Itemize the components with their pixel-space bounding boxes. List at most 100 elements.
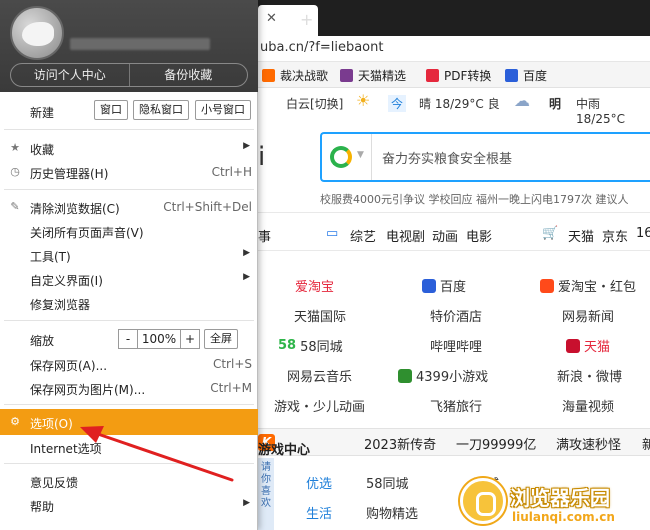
site-link[interactable]: 购物精选 bbox=[366, 503, 418, 522]
menu-item-customize[interactable]: 自定义界面(I) ▶ bbox=[0, 268, 258, 290]
site-link[interactable]: 飞猪旅行 bbox=[430, 396, 482, 415]
category-item[interactable]: 天猫 bbox=[568, 226, 594, 245]
gear-icon: ⚙ bbox=[10, 415, 20, 428]
user-info bbox=[70, 38, 210, 50]
new-alt-window-button[interactable]: 小号窗口 bbox=[195, 100, 251, 120]
chevron-right-icon: ▶ bbox=[243, 248, 250, 258]
category-item[interactable]: 事 bbox=[258, 226, 271, 245]
main-menu: 访问个人中心 备份收藏 新建 窗口 隐私窗口 小号窗口 ★ 收藏 ▶ ◷ 历史管… bbox=[0, 0, 258, 530]
site-link[interactable]: 优选 bbox=[306, 473, 332, 492]
menu-item-feedback[interactable]: 意见反馈 bbox=[0, 470, 258, 492]
menu-item-favorites[interactable]: ★ 收藏 ▶ bbox=[0, 137, 258, 159]
clock-icon: ◷ bbox=[10, 165, 20, 178]
category-row: 事 ▭ 综艺 电视剧 动画 电影 🛒 天猫 京东 16 bbox=[258, 222, 650, 246]
watermark-url: liulanqi.com.cn bbox=[512, 510, 615, 524]
search-engine-icon[interactable] bbox=[330, 146, 352, 168]
fullscreen-button[interactable]: 全屏 bbox=[204, 329, 238, 349]
site-link[interactable]: 生活 bbox=[306, 503, 332, 522]
star-icon: ★ bbox=[10, 141, 20, 154]
site-link[interactable]: 天猫 bbox=[566, 336, 610, 355]
hot-searches[interactable]: 校服费4000元引争议 学校回应 福州一晚上闪电1797次 建议人 bbox=[320, 191, 628, 207]
watermark-logo bbox=[460, 478, 506, 524]
category-item[interactable]: 16 bbox=[636, 226, 650, 241]
site-link[interactable]: 游戏・少儿动画 bbox=[274, 396, 365, 415]
category-item[interactable]: 电影 bbox=[466, 226, 492, 245]
broom-icon: ✎ bbox=[10, 200, 20, 213]
site-link[interactable]: 百度 bbox=[422, 276, 466, 295]
site-link[interactable]: 网易云音乐 bbox=[287, 366, 352, 385]
menu-divider bbox=[4, 129, 254, 130]
menu-divider bbox=[4, 463, 254, 464]
menu-divider bbox=[4, 320, 254, 321]
game-link[interactable]: 新 bbox=[642, 434, 650, 453]
watermark-title: 浏览器乐园 bbox=[510, 486, 610, 510]
backup-favorites-button[interactable]: 备份收藏 bbox=[130, 64, 248, 86]
category-item[interactable]: 动画 bbox=[432, 226, 458, 245]
menu-item-tools[interactable]: 工具(T) ▶ bbox=[0, 244, 258, 266]
personal-center-button[interactable]: 访问个人中心 bbox=[11, 64, 130, 86]
rain-icon: ☁ bbox=[514, 91, 530, 110]
chevron-right-icon: ▶ bbox=[243, 498, 250, 508]
site-link[interactable]: 特价酒店 bbox=[430, 306, 482, 325]
bookmark-item[interactable]: PDF转换 bbox=[426, 67, 491, 84]
category-item[interactable]: 京东 bbox=[602, 226, 628, 245]
zoom-out-button[interactable]: - bbox=[118, 329, 138, 349]
site-link[interactable]: 新浪・微博 bbox=[557, 366, 622, 385]
chevron-down-icon[interactable]: ▼ bbox=[357, 150, 364, 160]
site-link[interactable]: 网易新闻 bbox=[562, 306, 614, 325]
sun-icon: ☀ bbox=[356, 91, 371, 110]
site-link[interactable]: 58 58同城 bbox=[278, 336, 343, 355]
chevron-right-icon: ▶ bbox=[243, 272, 250, 282]
menu-item-help[interactable]: 帮助 ▶ bbox=[0, 494, 258, 516]
zoom-in-button[interactable]: + bbox=[180, 329, 200, 349]
bookmark-item[interactable]: 百度 bbox=[505, 67, 547, 84]
search-box[interactable]: ▼ 奋力夯实粮食安全根基 bbox=[320, 132, 650, 182]
tomorrow-label: 明 bbox=[549, 97, 562, 111]
site-link[interactable]: 4399小游戏 bbox=[398, 366, 488, 385]
new-tab-icon[interactable]: + bbox=[300, 10, 313, 29]
tomorrow-weather: 中雨 18/25°C bbox=[576, 97, 625, 126]
menu-item-repair[interactable]: 修复浏览器 bbox=[0, 292, 258, 314]
menu-item-options[interactable]: ⚙ 选项(O) bbox=[0, 409, 258, 435]
site-link[interactable]: 爱淘宝 bbox=[295, 276, 334, 295]
new-window-button[interactable]: 窗口 bbox=[94, 100, 128, 120]
bookmark-item[interactable]: 天猫精选 bbox=[340, 67, 406, 84]
menu-item-save-page[interactable]: 保存网页(A)... Ctrl+S bbox=[0, 353, 258, 375]
menu-item-clear-data[interactable]: ✎ 清除浏览数据(C) Ctrl+Shift+Del bbox=[0, 196, 258, 218]
close-tab-icon[interactable]: ✕ bbox=[266, 11, 277, 26]
address-text[interactable]: uba.cn/?f=liebaont bbox=[260, 40, 383, 55]
site-link[interactable]: 58同城 bbox=[366, 473, 409, 492]
bookmark-icon bbox=[505, 69, 518, 82]
today-badge: 今 bbox=[388, 95, 407, 112]
taobao-icon bbox=[540, 278, 554, 293]
game-center-title[interactable]: K 游戏中心 bbox=[258, 434, 310, 458]
menu-header: 访问个人中心 备份收藏 bbox=[0, 0, 258, 92]
new-private-window-button[interactable]: 隐私窗口 bbox=[133, 100, 189, 120]
site-link[interactable]: 海量视频 bbox=[562, 396, 614, 415]
game-link[interactable]: 满攻速秒怪 bbox=[556, 434, 621, 453]
game-link[interactable]: 2023新传奇 bbox=[364, 434, 436, 453]
location-switch[interactable]: 白云[切换] bbox=[286, 95, 343, 112]
site-link[interactable]: 天猫国际 bbox=[294, 306, 346, 325]
site-link[interactable]: 哔哩哔哩 bbox=[430, 336, 482, 355]
avatar[interactable] bbox=[10, 6, 64, 60]
bookmark-icon bbox=[262, 69, 275, 82]
menu-item-mute-all[interactable]: 关闭所有页面声音(V) bbox=[0, 220, 258, 242]
logo-fragment: i bbox=[258, 142, 266, 172]
game-link[interactable]: 一刀99999亿 bbox=[456, 434, 536, 453]
menu-divider bbox=[4, 404, 254, 405]
tmall-icon bbox=[566, 338, 580, 353]
bookmark-item[interactable]: 裁决战歌 bbox=[262, 67, 328, 84]
tv-icon: ▭ bbox=[326, 226, 339, 241]
side-strip[interactable]: 请 你 喜 欢 bbox=[258, 458, 274, 530]
game-center-bar: K 游戏中心 2023新传奇 一刀99999亿 满攻速秒怪 新 bbox=[258, 428, 650, 458]
menu-item-history[interactable]: ◷ 历史管理器(H) Ctrl+H bbox=[0, 161, 258, 183]
category-item[interactable]: 电视剧 bbox=[386, 226, 425, 245]
site-link[interactable]: 爱淘宝・红包 bbox=[540, 276, 636, 295]
divider bbox=[258, 212, 650, 213]
menu-item-internet-options[interactable]: Internet选项 bbox=[0, 436, 258, 458]
divider bbox=[371, 134, 372, 180]
menu-item-save-as-image[interactable]: 保存网页为图片(M)... Ctrl+M bbox=[0, 377, 258, 399]
search-input[interactable]: 奋力夯实粮食安全根基 bbox=[382, 148, 512, 167]
category-item[interactable]: 综艺 bbox=[350, 226, 376, 245]
